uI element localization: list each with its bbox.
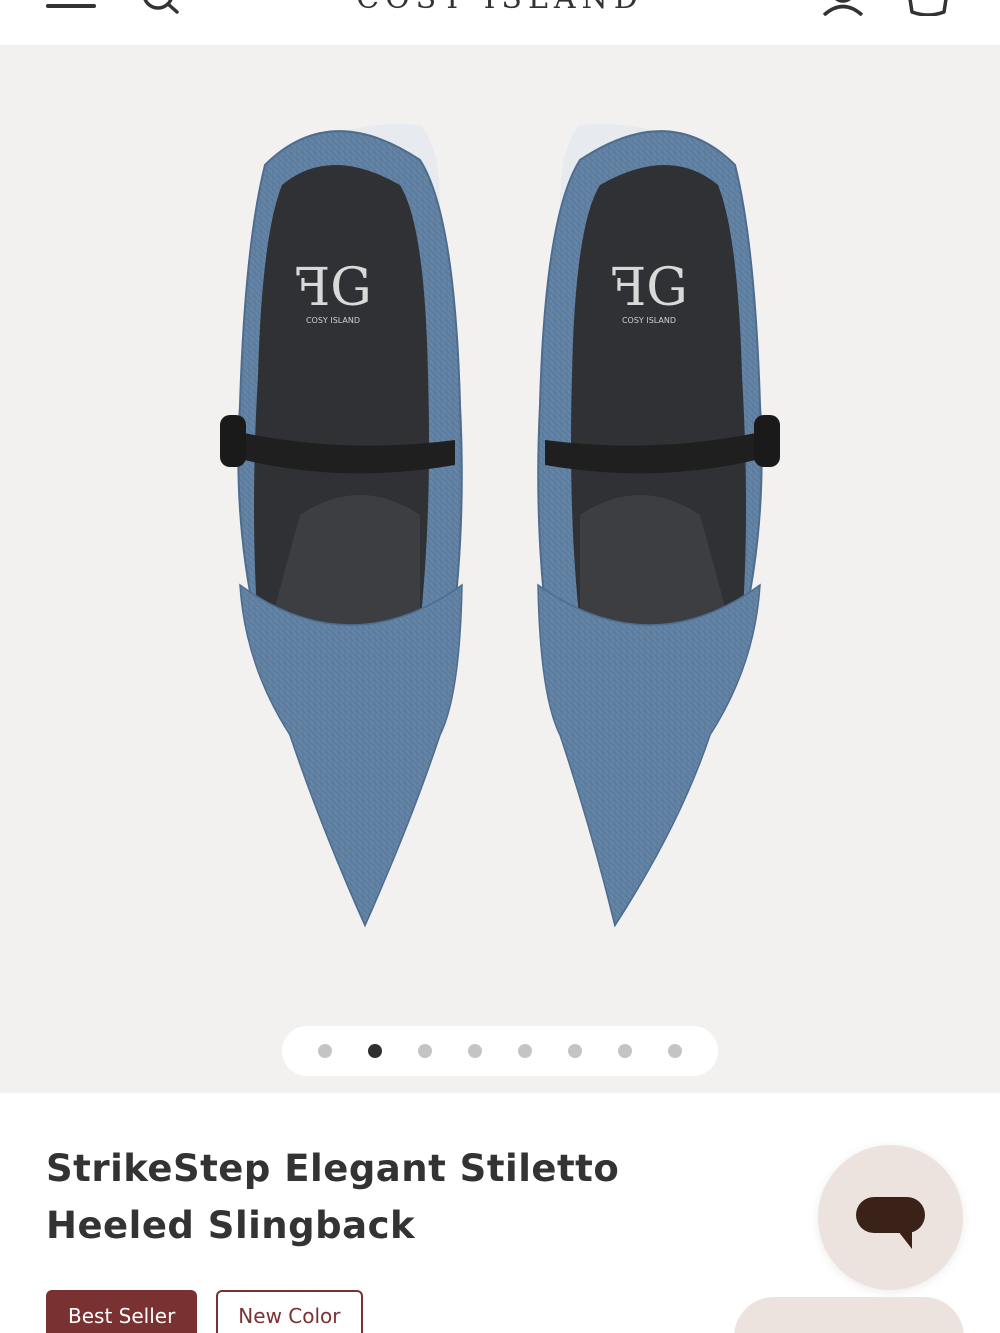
product-gallery[interactable]: ꟻG COSY ISLAND ꟻG COSY ISLAND (0, 45, 1000, 1093)
new-color-badge: New Color (216, 1290, 363, 1333)
account-icon[interactable] (822, 0, 864, 17)
slide-dot-active[interactable] (368, 1044, 382, 1058)
slide-dot[interactable] (318, 1044, 332, 1058)
brand-logo[interactable]: COSY ISLAND (320, 0, 680, 20)
menu-icon[interactable] (46, 0, 96, 14)
floating-action[interactable] (734, 1297, 964, 1333)
chat-icon (856, 1197, 925, 1249)
right-shoe: ꟻG COSY ISLAND (537, 124, 780, 928)
product-title: StrikeStep Elegant Stiletto Heeled Sling… (46, 1147, 620, 1247)
best-seller-badge: Best Seller (46, 1290, 198, 1333)
cart-icon[interactable] (904, 0, 952, 17)
brand-wordmark: COSY ISLAND (356, 0, 644, 16)
slide-indicator (282, 1026, 718, 1076)
slide-dot[interactable] (568, 1044, 582, 1058)
left-shoe: ꟻG COSY ISLAND (220, 124, 463, 928)
search-icon[interactable] (140, 0, 180, 14)
svg-text:ꟻG: ꟻG (294, 258, 372, 318)
slide-dot[interactable] (468, 1044, 482, 1058)
slide-dot[interactable] (618, 1044, 632, 1058)
insole-brand-left: COSY ISLAND (306, 316, 360, 325)
site-header: COSY ISLAND (0, 0, 1000, 45)
slide-dot[interactable] (668, 1044, 682, 1058)
slide-dot[interactable] (418, 1044, 432, 1058)
slide-dot[interactable] (518, 1044, 532, 1058)
chat-button[interactable] (818, 1145, 963, 1290)
insole-brand-right: COSY ISLAND (622, 316, 676, 325)
svg-text:ꟻG: ꟻG (610, 258, 688, 318)
product-badges: Best Seller New Color (46, 1290, 363, 1333)
product-image: ꟻG COSY ISLAND ꟻG COSY ISLAND (220, 124, 780, 928)
